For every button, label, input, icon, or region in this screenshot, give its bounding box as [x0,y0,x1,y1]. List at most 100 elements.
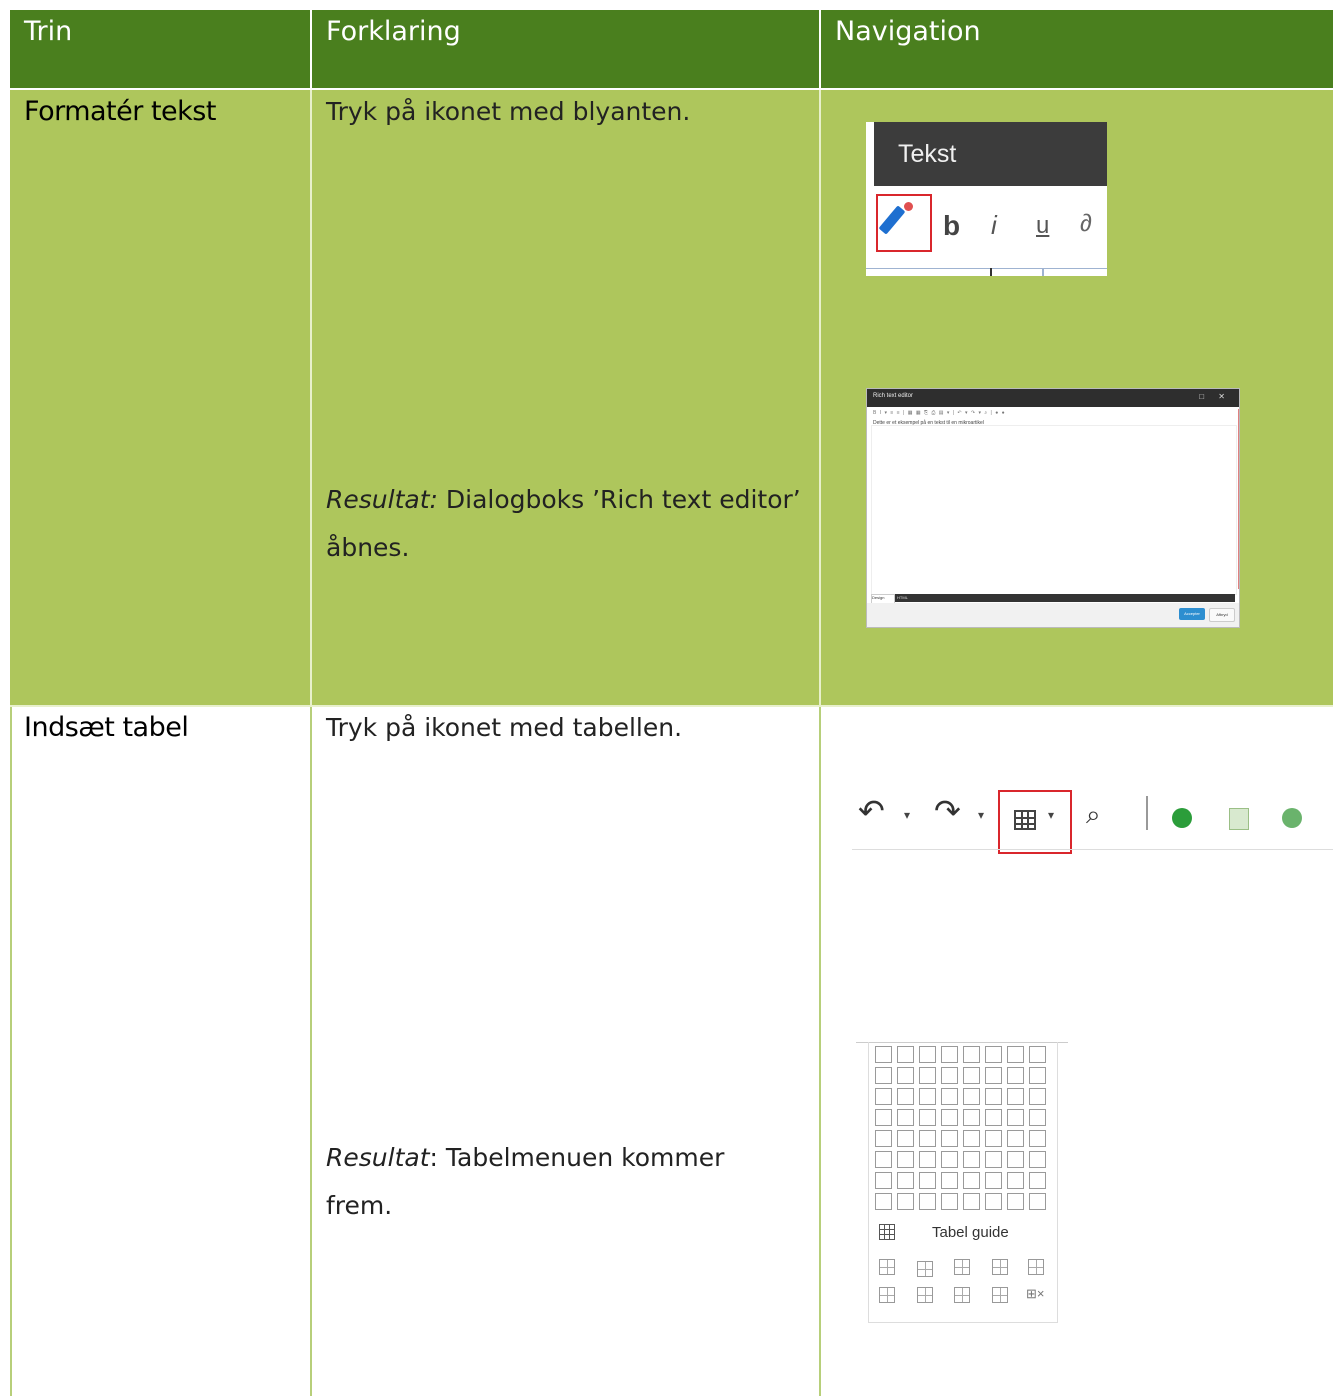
step-title: Indsæt tabel [24,712,189,743]
grid-cell[interactable] [1007,1067,1024,1084]
cancel-button[interactable]: Afbryd [1209,608,1235,622]
grid-cell[interactable] [985,1088,1002,1105]
grid-cell[interactable] [941,1193,958,1210]
result-text-continued: åbnes. [326,533,410,562]
grid-cell[interactable] [897,1172,914,1189]
grid-cell[interactable] [941,1046,958,1063]
grid-cell[interactable] [919,1046,936,1063]
redo-dropdown-icon[interactable]: ▾ [978,808,984,822]
binoculars-icon[interactable]: ⌕ [1086,800,1101,831]
grid-cell[interactable] [919,1193,936,1210]
grid-cell[interactable] [963,1046,980,1063]
grid-cell[interactable] [875,1067,892,1084]
dialog-title: Rich text editor [873,393,914,399]
insert-column-left-icon[interactable] [992,1259,1008,1275]
grid-cell[interactable] [875,1046,892,1063]
grid-cell[interactable] [919,1172,936,1189]
document-icon[interactable] [1229,808,1249,830]
dialog-window-controls[interactable]: □ ✕ [1199,392,1231,401]
grid-cell[interactable] [963,1067,980,1084]
grid-cell[interactable] [1007,1193,1024,1210]
table-guide-label[interactable]: Tabel guide [932,1224,1009,1241]
accept-button[interactable]: Accepter [1179,608,1205,620]
grid-cell[interactable] [897,1130,914,1147]
grid-cell[interactable] [941,1172,958,1189]
grid-cell[interactable] [875,1151,892,1168]
grid-cell[interactable] [941,1067,958,1084]
grid-cell[interactable] [1007,1088,1024,1105]
grid-cell[interactable] [963,1130,980,1147]
grid-cell[interactable] [1029,1046,1046,1063]
cell-properties-icon[interactable] [992,1287,1008,1303]
grid-cell[interactable] [1029,1130,1046,1147]
grid-cell[interactable] [985,1151,1002,1168]
grid-cell[interactable] [919,1130,936,1147]
grid-cell[interactable] [919,1109,936,1126]
table-icon[interactable] [1014,810,1036,830]
grid-cell[interactable] [875,1193,892,1210]
grid-cell[interactable] [1029,1109,1046,1126]
grid-cell[interactable] [1029,1088,1046,1105]
header-separator [310,10,312,88]
globe-info-icon[interactable] [1282,808,1302,828]
grid-cell[interactable] [1007,1109,1024,1126]
grid-cell[interactable] [875,1088,892,1105]
grid-cell[interactable] [1007,1151,1024,1168]
grid-cell[interactable] [963,1109,980,1126]
grid-cell[interactable] [963,1088,980,1105]
undo-dropdown-icon[interactable]: ▾ [904,808,910,822]
grid-cell[interactable] [985,1109,1002,1126]
grid-cell[interactable] [897,1109,914,1126]
result-label: Resultat: [326,485,438,514]
grid-cell[interactable] [897,1151,914,1168]
grid-cell[interactable] [941,1088,958,1105]
grid-cell[interactable] [985,1172,1002,1189]
editor-area[interactable] [871,425,1237,595]
spellcheck-icon[interactable] [1172,808,1192,828]
split-cells-icon[interactable] [917,1287,933,1303]
grid-cell[interactable] [985,1193,1002,1210]
delete-row-icon[interactable] [954,1259,970,1275]
link-icon[interactable]: ∂ [1080,210,1092,238]
italic-icon[interactable]: i [991,210,997,241]
grid-cell[interactable] [1029,1172,1046,1189]
table-dropdown-icon[interactable]: ▾ [1048,808,1054,822]
grid-cell[interactable] [1029,1193,1046,1210]
grid-cell[interactable] [875,1109,892,1126]
table-properties-icon[interactable] [954,1287,970,1303]
grid-cell[interactable] [963,1193,980,1210]
grid-cell[interactable] [985,1046,1002,1063]
grid-cell[interactable] [919,1067,936,1084]
tab-html[interactable]: HTML [897,595,908,600]
grid-cell[interactable] [941,1130,958,1147]
grid-cell[interactable] [875,1130,892,1147]
grid-cell[interactable] [897,1067,914,1084]
grid-cell[interactable] [985,1067,1002,1084]
grid-cell[interactable] [1029,1067,1046,1084]
grid-cell[interactable] [985,1130,1002,1147]
underline-icon[interactable]: u [1036,212,1049,240]
delete-table-icon[interactable]: ⊞× [1026,1286,1044,1302]
grid-cell[interactable] [1007,1172,1024,1189]
grid-cell[interactable] [897,1193,914,1210]
insert-column-right-icon[interactable] [1028,1259,1044,1275]
merge-cells-icon[interactable] [879,1287,895,1303]
grid-cell[interactable] [963,1151,980,1168]
grid-cell[interactable] [963,1172,980,1189]
grid-cell[interactable] [875,1172,892,1189]
insert-row-below-icon[interactable] [917,1261,933,1277]
header-col-forklaring: Forklaring [326,16,461,47]
bold-icon[interactable]: b [943,210,960,242]
grid-cell[interactable] [919,1151,936,1168]
grid-cell[interactable] [897,1046,914,1063]
insert-row-above-icon[interactable] [879,1259,895,1275]
grid-cell[interactable] [1029,1151,1046,1168]
grid-cell[interactable] [897,1088,914,1105]
grid-cell[interactable] [1007,1130,1024,1147]
undo-icon[interactable]: ↶ [858,792,885,830]
grid-cell[interactable] [941,1151,958,1168]
redo-icon[interactable]: ↷ [934,792,961,830]
grid-cell[interactable] [1007,1046,1024,1063]
grid-cell[interactable] [919,1088,936,1105]
grid-cell[interactable] [941,1109,958,1126]
